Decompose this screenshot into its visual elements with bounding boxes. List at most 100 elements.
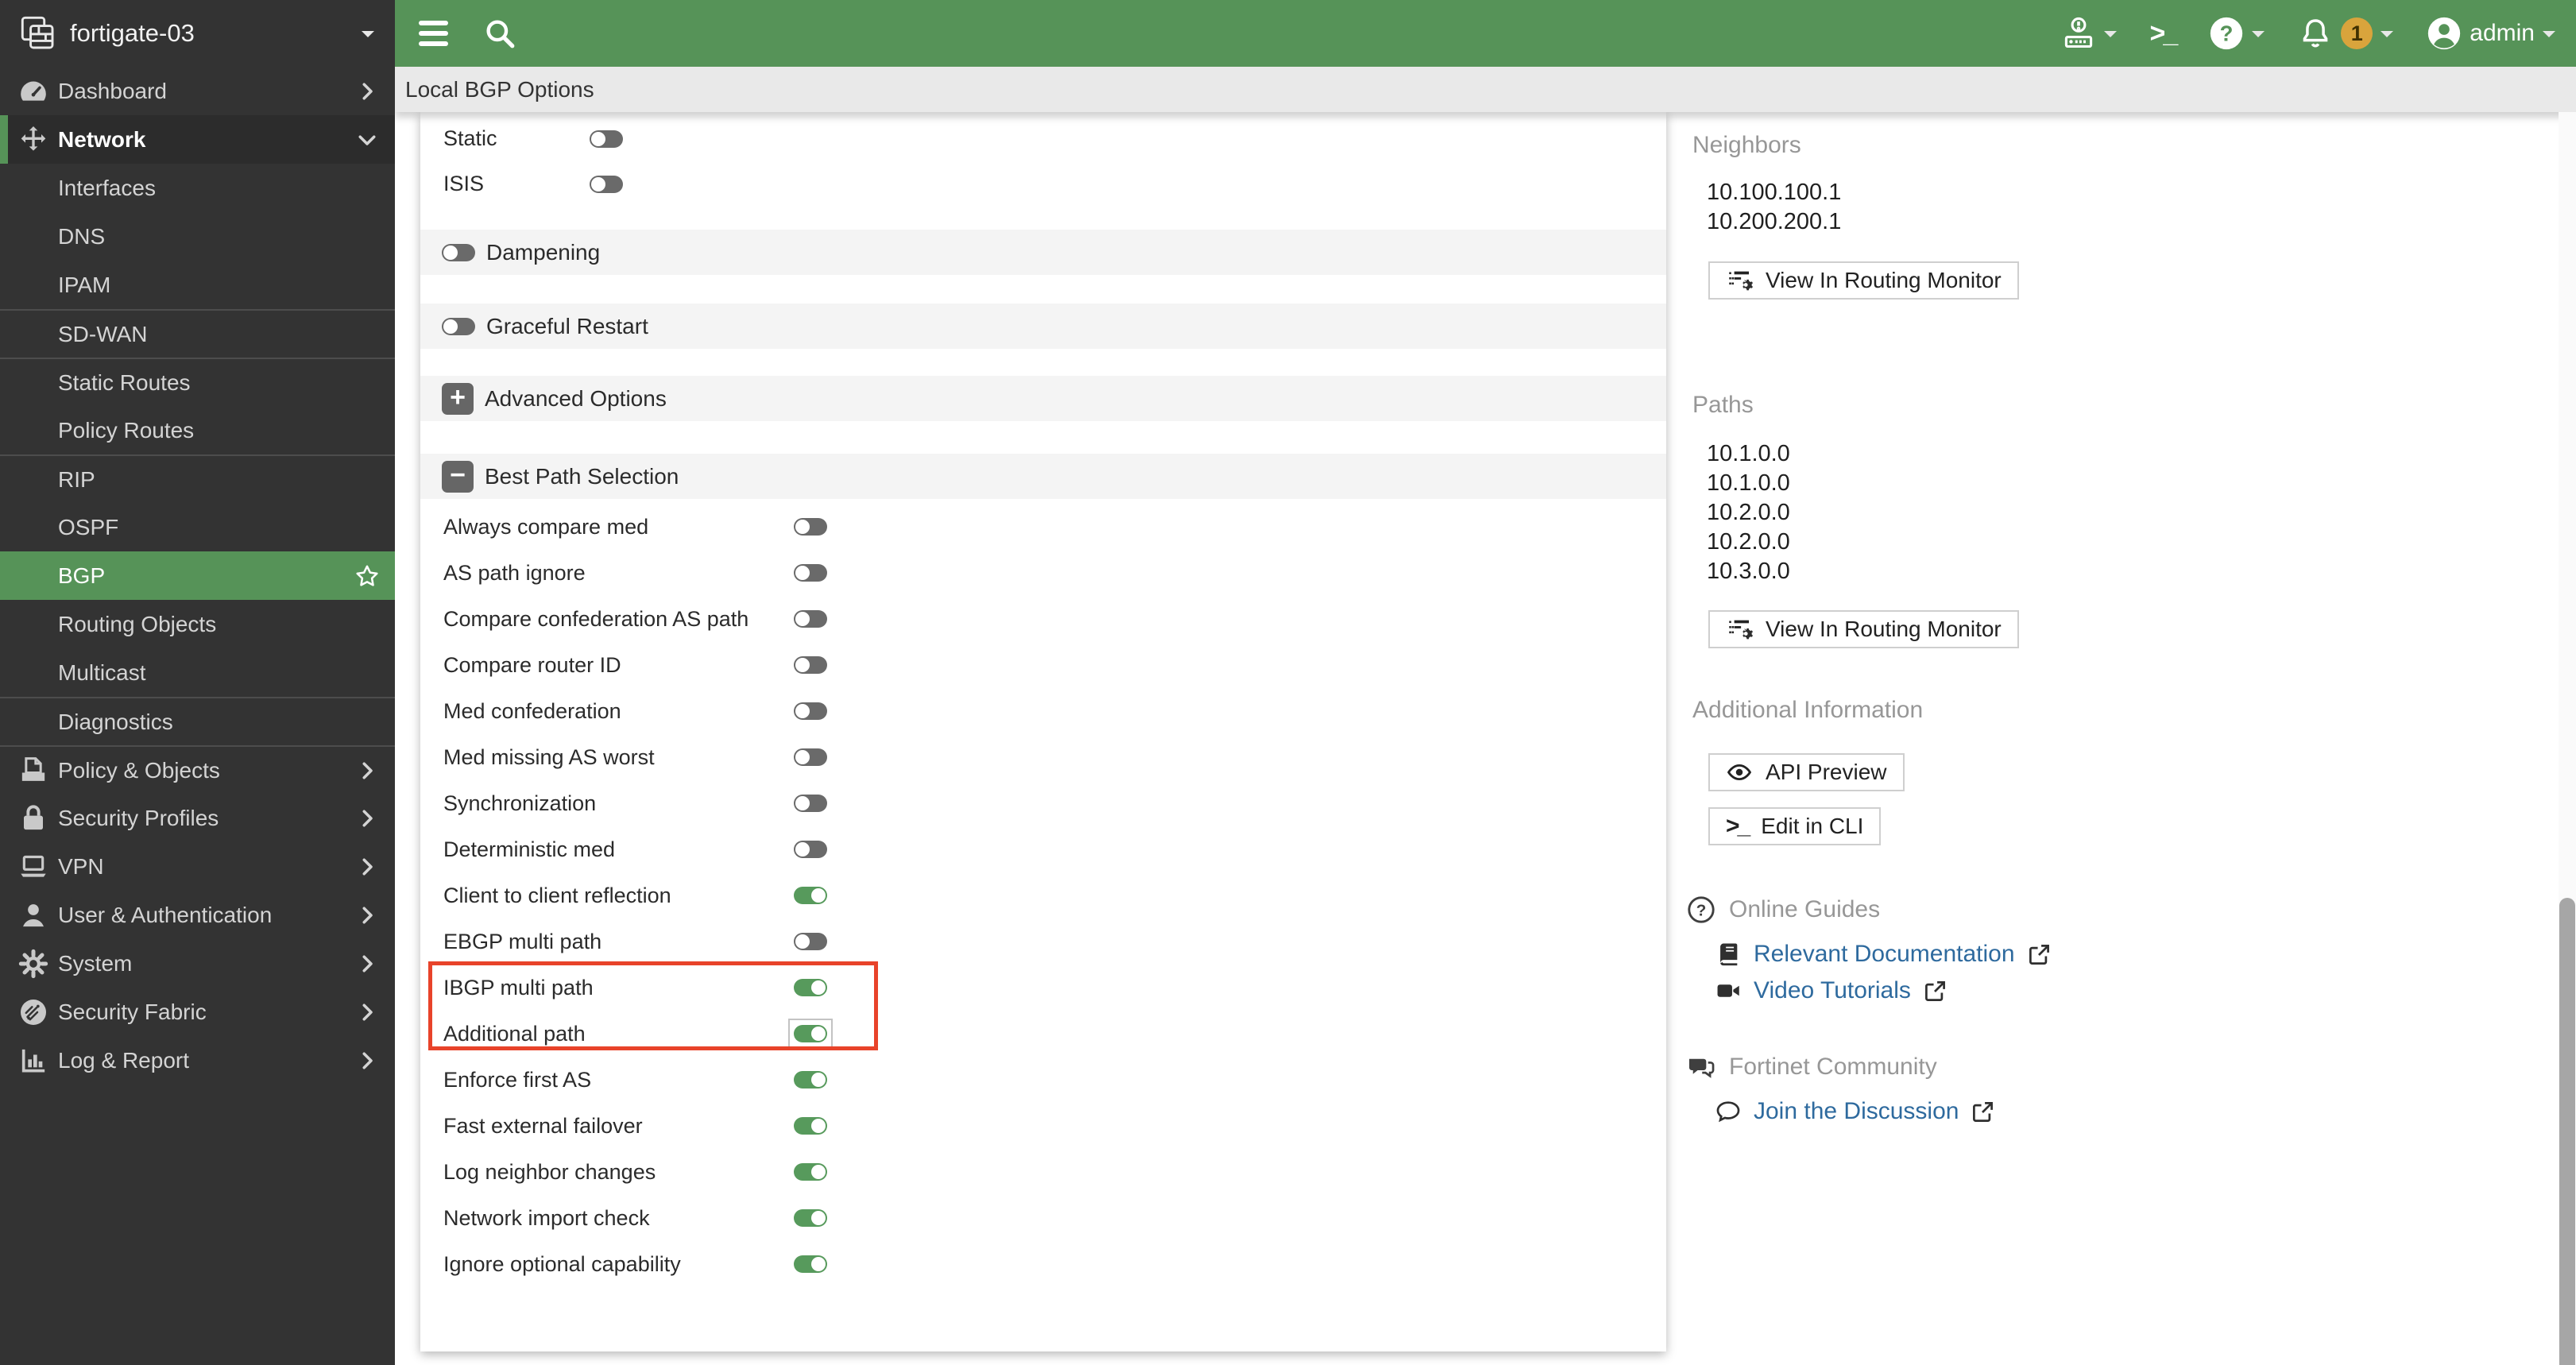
toggle-switch[interactable] — [794, 656, 827, 674]
sidebar-item-user-and-authentication[interactable]: User & Authentication — [0, 891, 395, 939]
join-the-discussion-link[interactable]: Join the Discussion — [1715, 1098, 1995, 1125]
paths-list: 10.1.0.0 10.1.0.0 10.2.0.0 10.2.0.0 10.3… — [1707, 439, 1790, 586]
sidebar-item-policy-and-objects[interactable]: Policy & Objects — [0, 745, 395, 794]
view-in-routing-monitor-button[interactable]: View In Routing Monitor — [1708, 261, 2019, 300]
toggle-switch[interactable] — [442, 318, 475, 335]
user-name: admin — [2470, 20, 2535, 47]
sidebar-item-multicast[interactable]: Multicast — [0, 648, 395, 697]
scrollbar-thumb[interactable] — [2559, 898, 2575, 1365]
sidebar-item-dns[interactable]: DNS — [0, 212, 395, 261]
toggle-knob — [795, 612, 810, 626]
toggle-knob — [811, 1073, 826, 1087]
sidebar-item-label: SD-WAN — [58, 322, 148, 347]
sidebar-item-vpn[interactable]: VPN — [0, 842, 395, 891]
sidebar-item-security-profiles[interactable]: Security Profiles — [0, 794, 395, 842]
sidebar-item-diagnostics[interactable]: Diagnostics — [0, 697, 395, 745]
toggle-switch[interactable] — [794, 518, 827, 536]
toggle-row: Compare router ID — [420, 642, 1666, 688]
toggle-row: Always compare med — [420, 504, 1666, 550]
toggle-switch[interactable] — [794, 1117, 827, 1135]
sidebar-item-dashboard[interactable]: Dashboard — [0, 67, 395, 115]
toggle-switch[interactable] — [590, 176, 623, 193]
relevant-documentation-link[interactable]: Relevant Documentation — [1715, 941, 2052, 968]
menu-toggle-button[interactable] — [419, 21, 448, 46]
video-tutorials-link[interactable]: Video Tutorials — [1715, 977, 1947, 1004]
sidebar-item-network[interactable]: Network — [0, 115, 395, 164]
toggle-label: Ignore optional capability — [443, 1252, 681, 1277]
toggle-row: Deterministic med — [420, 826, 1666, 872]
toggle-row: ISIS — [420, 161, 1666, 207]
sidebar-item-security-fabric[interactable]: Security Fabric — [0, 988, 395, 1036]
sidebar-item-policy-routes[interactable]: Policy Routes — [0, 406, 395, 454]
toggle-switch[interactable] — [794, 564, 827, 582]
expand-collapse-icon[interactable]: + — [442, 383, 474, 415]
toggle-switch[interactable] — [794, 702, 827, 720]
toggle-switch[interactable] — [794, 979, 827, 996]
cli-icon: >_ — [1726, 813, 1748, 840]
sidebar-item-label: BGP — [58, 563, 105, 589]
topbar-right: >_ ? 1 — [2061, 16, 2555, 51]
section-graceful-restart[interactable]: Graceful Restart — [420, 304, 1666, 349]
sidebar-item-static-routes[interactable]: Static Routes — [0, 358, 395, 406]
laptop-icon — [17, 851, 49, 883]
section-advanced-options[interactable]: + Advanced Options — [420, 376, 1666, 421]
user-menu[interactable]: admin — [2427, 16, 2555, 51]
sidebar-item-routing-objects[interactable]: Routing Objects — [0, 600, 395, 648]
toggle-switch[interactable] — [794, 795, 827, 812]
toggle-switch[interactable] — [794, 1025, 827, 1042]
section-best-path-selection[interactable]: − Best Path Selection — [420, 454, 1666, 499]
toggle-switch[interactable] — [794, 748, 827, 766]
sidebar-item-ipam[interactable]: IPAM — [0, 261, 395, 309]
neighbors-header: Neighbors — [1692, 132, 1801, 159]
section-dampening[interactable]: Dampening — [420, 230, 1666, 275]
sidebar-item-sd-wan[interactable]: SD-WAN — [0, 309, 395, 358]
sidebar-item-bgp[interactable]: BGP — [0, 551, 395, 600]
toggle-focus-area — [788, 788, 833, 818]
cli-console-button[interactable]: >_ — [2150, 18, 2176, 49]
toggle-switch[interactable] — [794, 1071, 827, 1089]
toggle-label: Compare confederation AS path — [443, 607, 748, 632]
external-link-icon — [2027, 942, 2052, 967]
toggle-switch[interactable] — [794, 610, 827, 628]
svg-text:?: ? — [2220, 21, 2234, 46]
edit-in-cli-button[interactable]: >_ Edit in CLI — [1708, 807, 1881, 845]
sidebar: Dashboard Network Interfaces DNS IPAM — [0, 67, 395, 1365]
toggle-switch[interactable] — [794, 841, 827, 858]
chevron-right-icon — [355, 903, 379, 927]
device-status-menu[interactable] — [2061, 16, 2117, 51]
search-button[interactable] — [483, 17, 516, 50]
toggle-switch[interactable] — [794, 1163, 827, 1181]
device-selector[interactable]: fortigate-03 — [0, 0, 395, 67]
toggle-focus-area — [788, 1249, 833, 1279]
toggle-switch[interactable] — [794, 887, 827, 904]
view-in-routing-monitor-button[interactable]: View In Routing Monitor — [1708, 610, 2019, 648]
notifications-menu[interactable]: 1 — [2298, 16, 2393, 51]
toggle-knob — [443, 246, 458, 260]
toggle-switch[interactable] — [794, 933, 827, 950]
toggle-label: Med confederation — [443, 699, 621, 724]
right-rail: Neighbors 10.100.100.1 10.200.200.1 View… — [1686, 0, 2481, 1365]
sidebar-item-rip[interactable]: RIP — [0, 454, 395, 503]
caret-down-icon — [2543, 31, 2555, 44]
toggle-row: Additional path — [420, 1011, 1666, 1057]
sidebar-item-system[interactable]: System — [0, 939, 395, 988]
sidebar-item-interfaces[interactable]: Interfaces — [0, 164, 395, 212]
star-icon[interactable] — [354, 563, 381, 590]
help-menu[interactable]: ? — [2209, 16, 2265, 51]
toggle-focus-area — [788, 1203, 833, 1233]
api-preview-button[interactable]: API Preview — [1708, 753, 1905, 791]
toggle-switch[interactable] — [590, 130, 623, 148]
sidebar-item-log-and-report[interactable]: Log & Report — [0, 1036, 395, 1085]
toggle-label: Synchronization — [443, 791, 596, 816]
toggle-row: Enforce first AS — [420, 1057, 1666, 1103]
sidebar-item-ospf[interactable]: OSPF — [0, 503, 395, 551]
toggle-switch[interactable] — [794, 1209, 827, 1227]
chevron-right-icon — [355, 1049, 379, 1073]
breadcrumb-title: Local BGP Options — [405, 77, 594, 102]
toggle-switch[interactable] — [442, 244, 475, 261]
toggle-label: Additional path — [443, 1022, 586, 1046]
sidebar-item-label: Security Profiles — [58, 806, 219, 831]
toggle-switch[interactable] — [794, 1255, 827, 1273]
toggle-label: Compare router ID — [443, 653, 621, 678]
expand-collapse-icon[interactable]: − — [442, 461, 474, 493]
